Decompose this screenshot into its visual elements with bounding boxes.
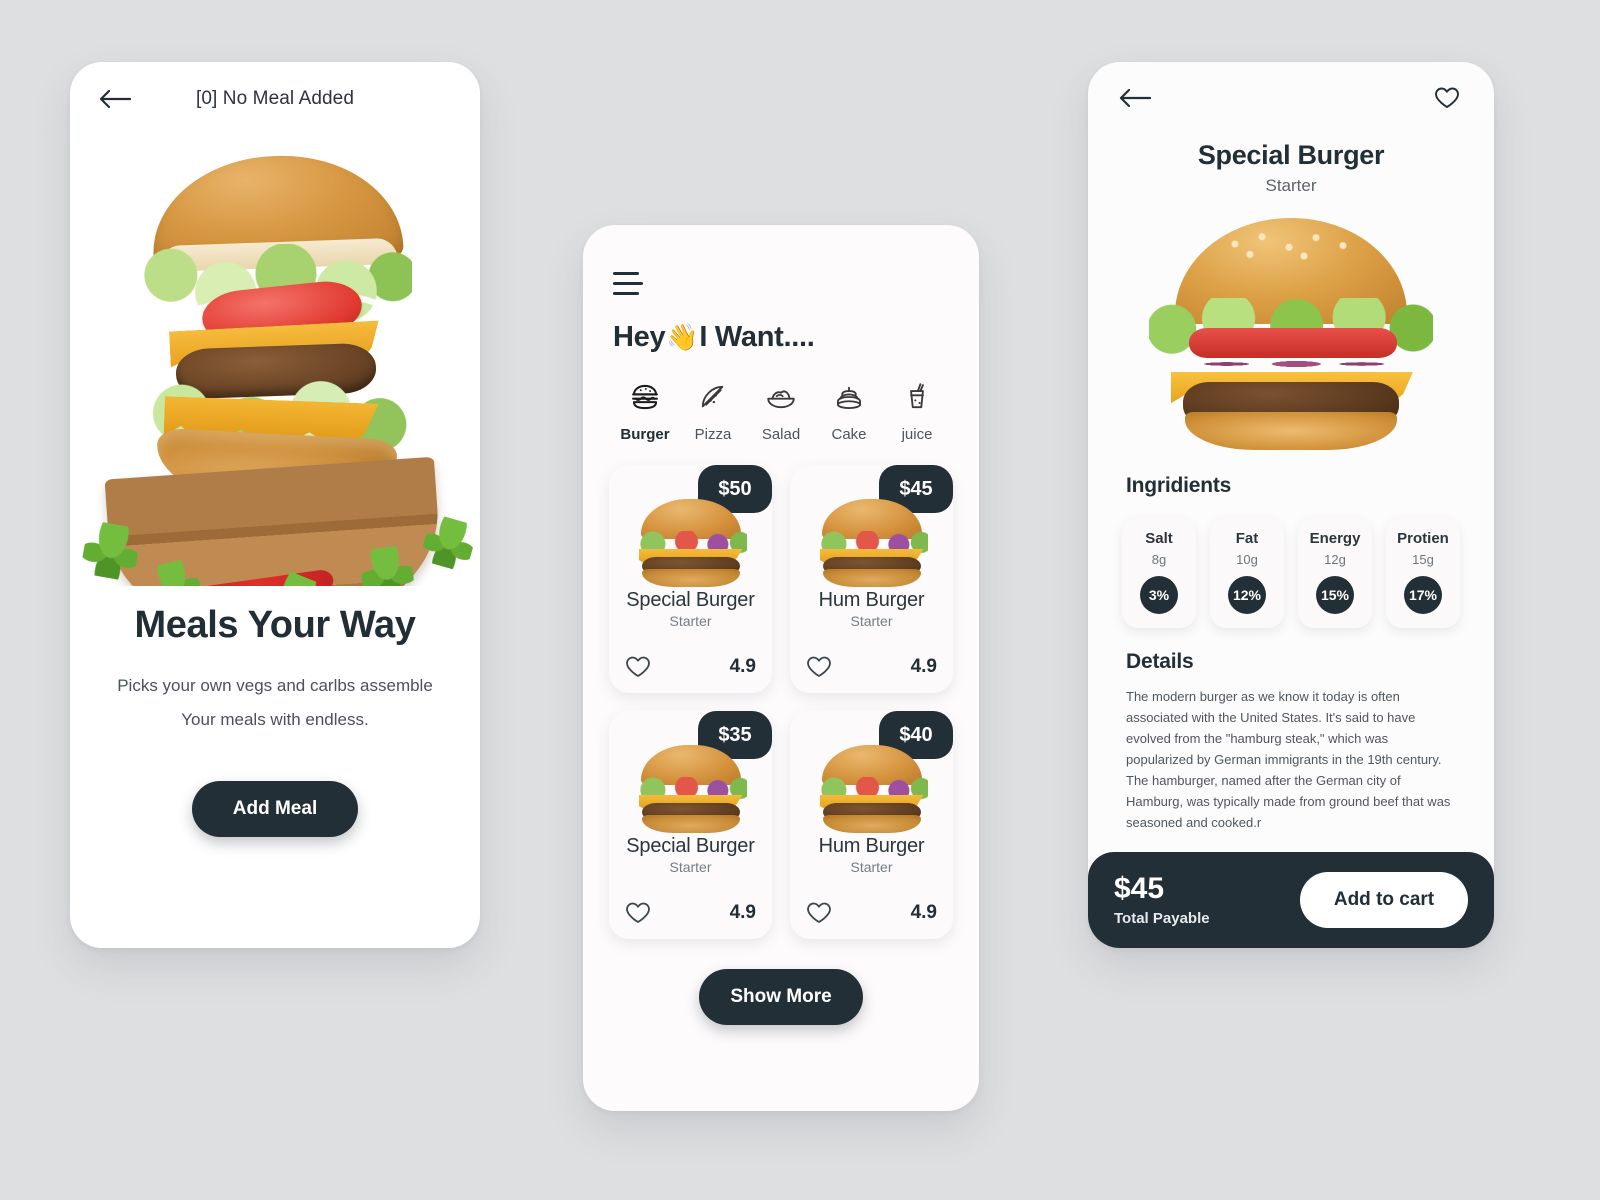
category-label: Cake xyxy=(831,426,867,443)
nutrient-card: Energy 12g 15% xyxy=(1298,518,1372,628)
back-button[interactable] xyxy=(96,80,134,118)
nutrient-list: Salt 8g 3% Fat 10g 12% Energy 12g 15% Pr… xyxy=(1088,498,1494,628)
product-card[interactable]: $45 Hum Burger Starter 4.9 xyxy=(790,465,953,693)
rating-value: 4.9 xyxy=(910,902,937,923)
favorite-button[interactable] xyxy=(1428,79,1466,117)
heart-outline-icon[interactable] xyxy=(806,655,832,679)
category-label: Burger xyxy=(620,426,670,443)
hamburger-menu-icon[interactable] xyxy=(613,272,643,295)
product-grid: $50 Special Burger Starter 4.9 $45 Hum B… xyxy=(583,443,979,939)
rating-value: 4.9 xyxy=(910,656,937,677)
total-block: $45 Total Payable xyxy=(1114,871,1210,927)
product-name: Special Burger xyxy=(626,835,755,857)
product-card-footer: 4.9 xyxy=(806,901,937,925)
hero-image xyxy=(70,136,480,586)
subtitle-line-2: Your meals with endless. xyxy=(181,710,369,729)
nutrient-name: Salt xyxy=(1145,530,1173,547)
detail-top-bar xyxy=(1088,62,1494,134)
category-label: juice xyxy=(901,426,933,443)
cake-icon xyxy=(837,386,861,409)
nutrient-card: Fat 10g 12% xyxy=(1210,518,1284,628)
checkout-bar: $45 Total Payable Add to cart xyxy=(1088,852,1494,948)
nutrient-amount: 8g xyxy=(1151,552,1167,567)
product-category: Starter xyxy=(669,859,712,875)
mint-leaf xyxy=(79,519,143,583)
heart-outline-icon xyxy=(1435,87,1459,108)
product-name: Hum Burger xyxy=(818,835,925,857)
pizza-icon xyxy=(701,385,724,408)
product-detail-screen: Special Burger Starter Ingridients Salt … xyxy=(1088,62,1494,948)
nutrient-amount: 12g xyxy=(1324,552,1346,567)
total-label: Total Payable xyxy=(1114,909,1210,927)
subtitle-line-1: Picks your own vegs and carlbs assemble xyxy=(117,676,433,695)
juice-cup-icon xyxy=(910,383,924,409)
add-meal-button[interactable]: Add Meal xyxy=(192,781,358,837)
greeting: Hey 👋 I Want.... xyxy=(583,295,979,354)
add-to-cart-button[interactable]: Add to cart xyxy=(1300,872,1468,928)
subtitle: Picks your own vegs and carlbs assemble … xyxy=(70,669,480,737)
menu-top-bar xyxy=(583,225,979,295)
category-label: Salad xyxy=(761,426,801,443)
details-text: The modern burger as we know it today is… xyxy=(1126,689,1451,830)
product-category: Starter xyxy=(850,613,893,629)
category-tab-burger[interactable]: Burger xyxy=(611,380,679,443)
waving-hand-icon: 👋 xyxy=(666,322,699,352)
greeting-prefix: Hey xyxy=(613,321,666,353)
nutrient-percent: 15% xyxy=(1316,576,1354,614)
nutrient-percent: 17% xyxy=(1404,576,1442,614)
product-card[interactable]: $40 Hum Burger Starter 4.9 xyxy=(790,711,953,939)
category-label: Pizza xyxy=(694,426,732,443)
headline: Meals Your Way xyxy=(134,604,416,646)
salad-icon xyxy=(767,390,795,409)
category-tabs: Burger Pizza Salad Cake juice xyxy=(583,354,979,443)
back-button[interactable] xyxy=(1116,79,1154,117)
product-card[interactable]: $50 Special Burger Starter 4.9 xyxy=(609,465,772,693)
nutrient-card: Protien 15g 17% xyxy=(1386,518,1460,628)
category-tab-cake[interactable]: Cake xyxy=(815,380,883,443)
product-category: Starter xyxy=(850,859,893,875)
mint-leaf xyxy=(358,544,416,586)
nutrient-amount: 10g xyxy=(1236,552,1258,567)
show-more-button[interactable]: Show More xyxy=(699,969,863,1025)
burger-icon xyxy=(632,384,658,410)
menu-screen: Hey 👋 I Want.... Burger Pizza Salad Cake… xyxy=(583,225,979,1111)
product-card-footer: 4.9 xyxy=(625,655,756,679)
product-subtitle: Starter xyxy=(1265,176,1317,195)
heart-outline-icon[interactable] xyxy=(625,655,651,679)
screens-canvas: [0] No Meal Added Meals Your Way Picks y… xyxy=(0,0,1600,1200)
nutrient-percent: 12% xyxy=(1228,576,1266,614)
rating-value: 4.9 xyxy=(729,656,756,677)
rating-value: 4.9 xyxy=(729,902,756,923)
product-card-footer: 4.9 xyxy=(806,655,937,679)
category-tab-salad[interactable]: Salad xyxy=(747,380,815,443)
heart-outline-icon[interactable] xyxy=(806,901,832,925)
product-category: Starter xyxy=(669,613,712,629)
nutrient-name: Protien xyxy=(1397,530,1449,547)
heart-outline-icon[interactable] xyxy=(625,901,651,925)
category-tab-juice[interactable]: juice xyxy=(883,380,951,443)
product-card[interactable]: $35 Special Burger Starter 4.9 xyxy=(609,711,772,939)
onboarding-screen: [0] No Meal Added Meals Your Way Picks y… xyxy=(70,62,480,948)
onboarding-top-bar: [0] No Meal Added xyxy=(70,62,480,136)
arrow-left-icon xyxy=(1119,88,1152,108)
ingredients-heading: Ingridients xyxy=(1126,474,1232,497)
product-card-footer: 4.9 xyxy=(625,901,756,925)
product-name: Special Burger xyxy=(626,589,755,611)
nutrient-card: Salt 8g 3% xyxy=(1122,518,1196,628)
total-amount: $45 xyxy=(1114,871,1165,905)
nutrient-name: Fat xyxy=(1235,530,1259,547)
burger-illustration xyxy=(1131,202,1451,452)
category-tab-pizza[interactable]: Pizza xyxy=(679,380,747,443)
greeting-suffix: I Want.... xyxy=(699,321,815,353)
product-hero-image xyxy=(1088,202,1494,452)
product-name: Hum Burger xyxy=(818,589,925,611)
nutrient-amount: 15g xyxy=(1412,552,1434,567)
product-title: Special Burger xyxy=(1197,140,1385,170)
arrow-left-icon xyxy=(99,89,132,109)
nutrient-percent: 3% xyxy=(1140,576,1178,614)
details-heading: Details xyxy=(1126,650,1194,673)
nutrient-name: Energy xyxy=(1309,530,1361,547)
